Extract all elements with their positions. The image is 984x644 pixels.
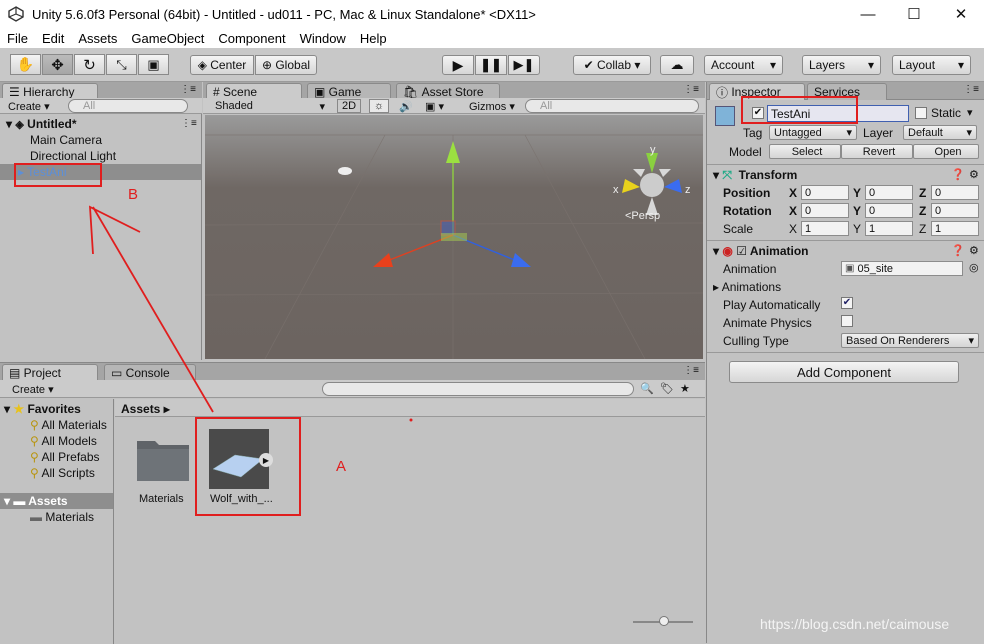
annotation-arrow [89, 205, 413, 422]
watermark: https://blog.csdn.net/caimouse [760, 616, 950, 632]
